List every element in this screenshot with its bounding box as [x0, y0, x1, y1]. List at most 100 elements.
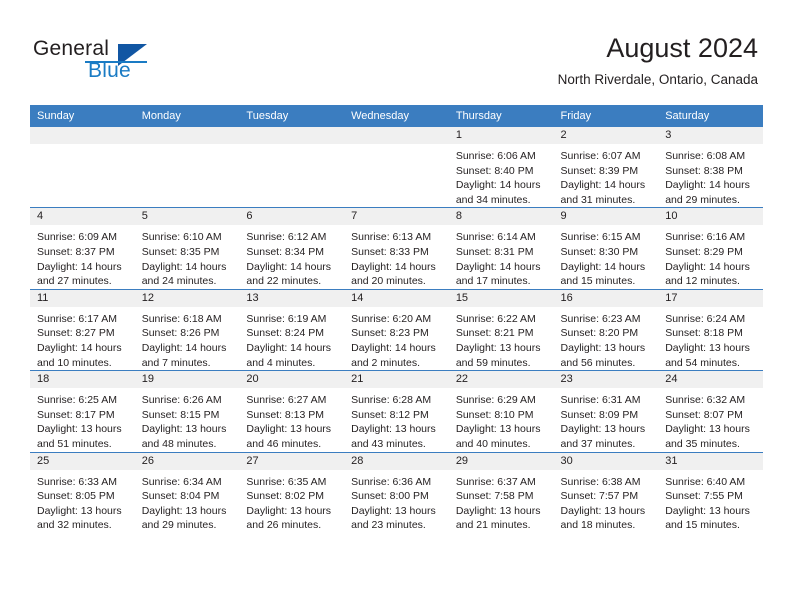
calendar-day-cell[interactable]: 21 Sunrise: 6:28 AM Sunset: 8:12 PM Dayligh… [344, 370, 449, 452]
day-details: Sunrise: 6:31 AM Sunset: 8:09 PM Daylight:… [554, 388, 659, 451]
calendar-day-cell[interactable]: 10 Sunrise: 6:16 AM Sunset: 8:29 PM Dayligh… [658, 207, 763, 290]
calendar-day-cell[interactable]: 3 Sunrise: 6:08 AM Sunset: 8:38 PM Daylight… [658, 127, 763, 208]
sunset-text: Sunset: 8:40 PM [455, 164, 534, 177]
calendar-day-cell[interactable]: 26 Sunrise: 6:34 AM Sunset: 8:04 PM Dayligh… [134, 451, 240, 533]
day-details: Sunrise: 6:22 AM Sunset: 8:21 PM Daylight:… [449, 307, 554, 370]
sunset-text: Sunset: 8:04 PM [141, 490, 220, 503]
calendar-day-cell[interactable]: 6 Sunrise: 6:12 AM Sunset: 8:34 PM Daylight… [239, 207, 345, 290]
day-details: Sunrise: 6:28 AM Sunset: 8:12 PM Daylight:… [344, 388, 449, 451]
daylight-text: Daylight: 14 hours and 27 minutes. [37, 260, 122, 288]
sunrise-text: Sunrise: 6:29 AM [455, 394, 536, 407]
day-details: Sunrise: 6:09 AM Sunset: 8:37 PM Daylight:… [30, 225, 135, 288]
day-number: 7 [344, 208, 449, 226]
day-number: 27 [239, 452, 345, 470]
daylight-text: Daylight: 13 hours and 37 minutes. [560, 423, 646, 450]
sunrise-text: Sunrise: 6:19 AM [246, 312, 327, 325]
calendar-day-cell[interactable]: 8 Sunrise: 6:14 AM Sunset: 8:31 PM Daylight… [448, 207, 554, 290]
sunset-text: Sunset: 8:29 PM [665, 245, 743, 258]
general-blue-logo[interactable]: General Blue [33, 37, 233, 89]
calendar-day-cell[interactable]: 29 Sunrise: 6:37 AM Sunset: 7:58 PM Dayligh… [448, 451, 554, 533]
day-number [30, 127, 135, 144]
sunset-text: Sunset: 8:35 PM [141, 245, 220, 258]
calendar-day-cell[interactable]: 24 Sunrise: 6:32 AM Sunset: 8:07 PM Dayligh… [658, 370, 763, 452]
calendar-day-cell[interactable]: 2 Sunrise: 6:07 AM Sunset: 8:39 PM Daylight… [553, 127, 659, 208]
calendar-day-cell[interactable]: 20 Sunrise: 6:27 AM Sunset: 8:13 PM Dayligh… [239, 370, 345, 452]
daylight-text: Daylight: 14 hours and 34 minutes. [455, 179, 541, 206]
day-details: Sunrise: 6:25 AM Sunset: 8:17 PM Daylight:… [30, 388, 135, 451]
calendar-day-cell-empty [30, 127, 135, 208]
sunrise-text: Sunrise: 6:26 AM [141, 394, 222, 407]
daylight-text: Daylight: 13 hours and 15 minutes. [665, 504, 750, 532]
day-details: Sunrise: 6:07 AM Sunset: 8:39 PM Daylight:… [554, 144, 659, 207]
calendar-page: General Blue August 2024 North Riverdale… [0, 0, 792, 612]
day-details: Sunrise: 6:10 AM Sunset: 8:35 PM Daylight:… [135, 225, 240, 288]
sunrise-text: Sunrise: 6:32 AM [665, 394, 746, 407]
calendar-week-row: 4 Sunrise: 6:09 AM Sunset: 8:37 PM Daylight… [30, 207, 763, 290]
daylight-text: Daylight: 13 hours and 40 minutes. [455, 423, 541, 450]
sunrise-text: Sunrise: 6:31 AM [560, 394, 641, 407]
daylight-text: Daylight: 13 hours and 35 minutes. [665, 423, 750, 450]
calendar-day-cell[interactable]: 1 Sunrise: 6:06 AM Sunset: 8:40 PM Daylight… [448, 127, 554, 208]
calendar-day-cell[interactable]: 30 Sunrise: 6:38 AM Sunset: 7:57 PM Dayligh… [553, 451, 659, 533]
sunrise-text: Sunrise: 6:27 AM [246, 394, 327, 407]
sunset-text: Sunset: 8:21 PM [455, 327, 534, 340]
day-number: 19 [134, 371, 240, 389]
calendar-day-cell[interactable]: 27 Sunrise: 6:35 AM Sunset: 8:02 PM Dayligh… [239, 451, 345, 533]
calendar-day-cell-empty [239, 127, 345, 208]
daylight-text: Daylight: 14 hours and 15 minutes. [560, 260, 646, 288]
sunrise-text: Sunrise: 6:09 AM [37, 231, 117, 244]
calendar-day-cell[interactable]: 18 Sunrise: 6:25 AM Sunset: 8:17 PM Dayligh… [30, 370, 135, 452]
sunrise-text: Sunrise: 6:33 AM [37, 475, 117, 488]
day-details: Sunrise: 6:15 AM Sunset: 8:30 PM Daylight:… [554, 225, 659, 288]
day-number [239, 127, 345, 144]
daylight-text: Daylight: 13 hours and 56 minutes. [560, 341, 646, 369]
calendar-day-cell[interactable]: 7 Sunrise: 6:13 AM Sunset: 8:33 PM Daylight… [344, 207, 449, 290]
sunrise-text: Sunrise: 6:20 AM [351, 312, 432, 325]
calendar-header-row: Sunday Monday Tuesday Wednesday Thursday… [30, 105, 763, 127]
weekday-header-friday: Friday [553, 105, 659, 127]
day-number: 3 [658, 127, 763, 144]
calendar-day-cell[interactable]: 15 Sunrise: 6:22 AM Sunset: 8:21 PM Dayligh… [448, 288, 554, 371]
sunrise-text: Sunrise: 6:15 AM [560, 231, 641, 244]
sunrise-text: Sunrise: 6:38 AM [560, 475, 641, 488]
daylight-text: Daylight: 14 hours and 10 minutes. [37, 341, 122, 369]
day-number: 14 [344, 289, 449, 307]
daylight-text: Daylight: 13 hours and 32 minutes. [37, 504, 122, 532]
sunset-text: Sunset: 8:26 PM [141, 327, 220, 340]
calendar-day-cell[interactable]: 13 Sunrise: 6:19 AM Sunset: 8:24 PM Dayligh… [239, 288, 345, 371]
day-number: 2 [553, 127, 659, 144]
calendar-day-cell[interactable]: 17 Sunrise: 6:24 AM Sunset: 8:18 PM Dayligh… [658, 288, 763, 371]
calendar-day-cell[interactable]: 11 Sunrise: 6:17 AM Sunset: 8:27 PM Dayligh… [30, 288, 135, 371]
calendar-day-cell[interactable]: 12 Sunrise: 6:18 AM Sunset: 8:26 PM Dayligh… [134, 288, 240, 371]
daylight-text: Daylight: 14 hours and 22 minutes. [246, 260, 332, 288]
day-number: 21 [344, 371, 449, 389]
day-details: Sunrise: 6:35 AM Sunset: 8:02 PM Daylight:… [239, 470, 344, 533]
sunrise-text: Sunrise: 6:23 AM [560, 312, 641, 325]
calendar-day-cell[interactable]: 25 Sunrise: 6:33 AM Sunset: 8:05 PM Dayligh… [30, 451, 135, 533]
sunset-text: Sunset: 8:34 PM [246, 245, 325, 258]
sunrise-text: Sunrise: 6:34 AM [141, 475, 222, 488]
calendar-day-cell[interactable]: 19 Sunrise: 6:26 AM Sunset: 8:15 PM Dayligh… [134, 370, 240, 452]
sunset-text: Sunset: 8:23 PM [351, 327, 429, 340]
calendar-day-cell[interactable]: 4 Sunrise: 6:09 AM Sunset: 8:37 PM Daylight… [30, 207, 135, 290]
calendar-day-cell[interactable]: 16 Sunrise: 6:23 AM Sunset: 8:20 PM Dayligh… [553, 288, 659, 371]
calendar-day-cell[interactable]: 14 Sunrise: 6:20 AM Sunset: 8:23 PM Dayligh… [344, 288, 449, 371]
sunset-text: Sunset: 8:17 PM [37, 408, 115, 421]
sunrise-text: Sunrise: 6:17 AM [37, 312, 117, 325]
sunset-text: Sunset: 8:18 PM [665, 327, 743, 340]
day-number [134, 127, 240, 144]
calendar-day-cell[interactable]: 23 Sunrise: 6:31 AM Sunset: 8:09 PM Dayligh… [553, 370, 659, 452]
calendar-day-cell[interactable]: 31 Sunrise: 6:40 AM Sunset: 7:55 PM Dayligh… [658, 451, 763, 533]
day-details: Sunrise: 6:16 AM Sunset: 8:29 PM Daylight:… [658, 225, 763, 288]
calendar-day-cell[interactable]: 9 Sunrise: 6:15 AM Sunset: 8:30 PM Daylight… [553, 207, 659, 290]
sunrise-text: Sunrise: 6:22 AM [455, 312, 536, 325]
calendar-day-cell[interactable]: 22 Sunrise: 6:29 AM Sunset: 8:10 PM Dayligh… [448, 370, 554, 452]
page-header: General Blue August 2024 North Riverdale… [0, 0, 792, 100]
calendar-day-cell[interactable]: 5 Sunrise: 6:10 AM Sunset: 8:35 PM Daylight… [134, 207, 240, 290]
day-details: Sunrise: 6:17 AM Sunset: 8:27 PM Daylight:… [30, 307, 135, 370]
day-details: Sunrise: 6:08 AM Sunset: 8:38 PM Daylight:… [658, 144, 763, 207]
calendar-week-row: 1 Sunrise: 6:06 AM Sunset: 8:40 PM Daylight… [30, 127, 763, 208]
logo-text-general: General [33, 37, 110, 60]
daylight-text: Daylight: 13 hours and 46 minutes. [246, 423, 332, 450]
calendar-day-cell[interactable]: 28 Sunrise: 6:36 AM Sunset: 8:00 PM Dayligh… [344, 451, 449, 533]
